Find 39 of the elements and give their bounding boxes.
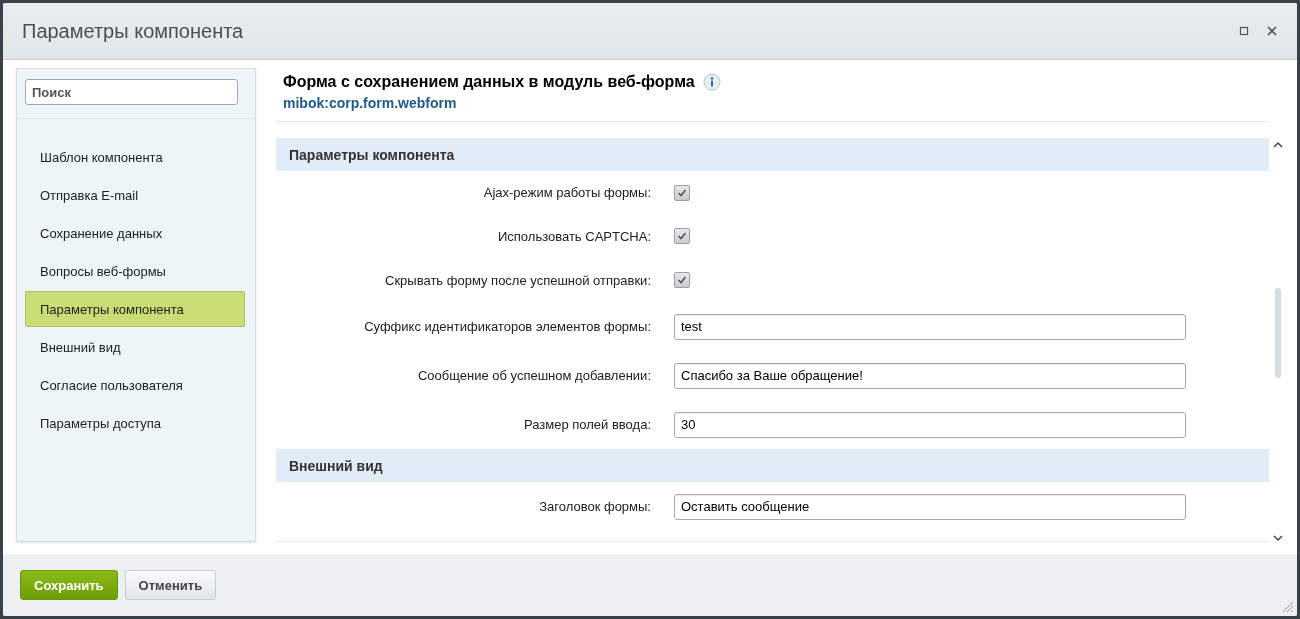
input-field[interactable]: Оставить сообщение: [674, 493, 1186, 520]
sidebar-item[interactable]: Вопросы веб-формы: [25, 253, 245, 289]
field-label: Скрывать форму после успешной отправки:: [384, 272, 651, 288]
input-field[interactable]: test: [674, 313, 1186, 340]
scroll-thumb[interactable]: [1275, 288, 1281, 378]
checkbox[interactable]: [674, 272, 690, 288]
checkmark-icon: [677, 187, 687, 198]
sidebar-item[interactable]: Параметры компонента: [25, 291, 245, 327]
component-title: Форма с сохранением данных в модуль веб-форма: [283, 73, 695, 91]
checkmark-icon: [677, 231, 687, 241]
close-button[interactable]: [1265, 24, 1279, 38]
window-title: Параметры компонента: [22, 19, 245, 43]
sidebar-item[interactable]: Сохранение данных: [25, 215, 245, 251]
chevron-down-icon[interactable]: [1273, 535, 1283, 542]
sidebar-item[interactable]: Отправка E-mail: [25, 177, 245, 213]
field-label: Размер полей ввода:: [523, 417, 651, 432]
checkbox[interactable]: [674, 228, 690, 244]
field-label: Суффикс идентификаторов элементов формы:: [363, 319, 651, 334]
search-field[interactable]: Поиск: [25, 79, 238, 105]
sidebar-item[interactable]: Параметры доступа: [25, 405, 245, 441]
section-header: Внешний вид: [276, 449, 1269, 482]
resize-grip-icon[interactable]: [1282, 601, 1294, 613]
chevron-up-icon[interactable]: [1273, 141, 1283, 148]
sidebar-item[interactable]: Шаблон компонента: [25, 139, 245, 175]
field-label: Ajax-режим работы формы:: [482, 185, 651, 200]
sidebar-item[interactable]: Согласие пользователя: [25, 367, 245, 403]
info-icon[interactable]: [702, 73, 721, 91]
maximize-button[interactable]: [1237, 24, 1251, 38]
field-label: Сообщение об успешном добавлении:: [416, 368, 651, 383]
field-label: Заголовок формы:: [538, 499, 651, 514]
checkmark-icon: [677, 275, 687, 285]
sidebar-item[interactable]: Внешний вид: [25, 329, 245, 365]
checkbox[interactable]: [674, 184, 690, 201]
field-label: Использовать CAPTCHA:: [497, 228, 651, 244]
section-header: Параметры компонента: [276, 138, 1269, 171]
input-field[interactable]: 30: [674, 411, 1186, 438]
input-field[interactable]: Спасибо за Ваше обращение!: [674, 362, 1186, 389]
cancel-button[interactable]: Отменить: [124, 570, 217, 600]
component-code: mibok:corp.form.webform: [283, 95, 458, 111]
